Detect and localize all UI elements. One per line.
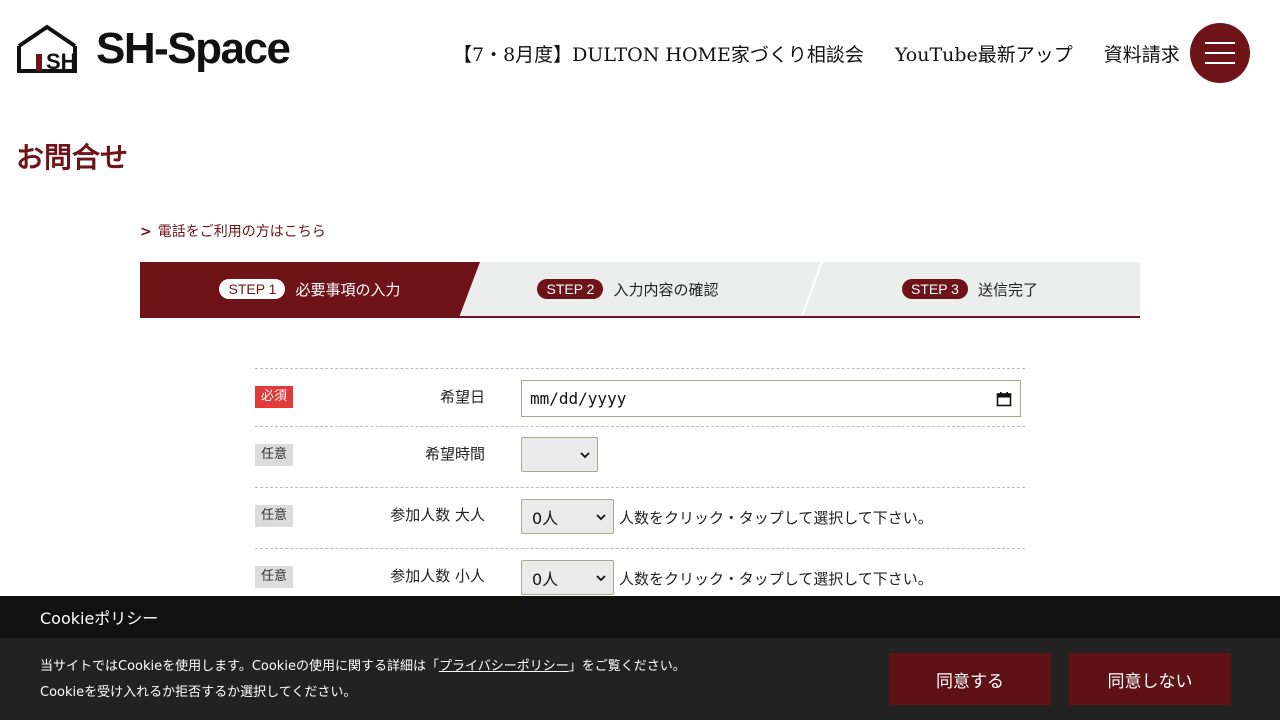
step-badge: STEP 2 xyxy=(537,279,604,299)
cookie-message-line-2: Cookieを受け入れるか拒否するか選択してください。 xyxy=(40,685,357,700)
hamburger-line xyxy=(1205,52,1235,54)
date-value: mm/dd/yyyy xyxy=(530,389,627,408)
nav-item-youtube[interactable]: YouTube最新アップ xyxy=(895,40,1073,67)
step-indicator: STEP 1 必要事項の入力 STEP 2 入力内容の確認 STEP 3 送信完… xyxy=(140,262,1140,318)
site-logo[interactable]: SH SH-Space xyxy=(16,24,291,74)
nav-item-consultation[interactable]: 【7・8月度】DULTON HOME家づくり相談会 xyxy=(453,40,864,67)
site-header: SH SH-Space 【7・8月度】DULTON HOME家づくり相談会 Yo… xyxy=(0,0,1280,105)
form-row-time: 任意 希望時間 xyxy=(255,426,1025,487)
cookie-message: 当サイトではCookieを使用します。Cookieの使用に関する詳細は「プライバ… xyxy=(40,654,686,706)
preferred-time-select[interactable] xyxy=(521,437,598,472)
step-label: 必要事項の入力 xyxy=(295,280,401,299)
step-label: 送信完了 xyxy=(977,280,1038,299)
select-value: 0人 xyxy=(532,569,559,589)
field-label: 参加人数 大人 xyxy=(390,506,485,524)
chevron-right-icon: > xyxy=(140,224,152,240)
hamburger-line xyxy=(1205,62,1235,64)
calendar-icon[interactable] xyxy=(996,391,1012,407)
page-title: お問合せ xyxy=(16,141,129,174)
adults-count-select[interactable]: 0人 xyxy=(521,499,614,534)
step-label: 入力内容の確認 xyxy=(613,280,719,299)
hamburger-icon xyxy=(1205,42,1235,44)
house-logo-icon: SH xyxy=(17,24,77,74)
chevron-down-icon xyxy=(580,452,590,459)
reservation-form: 必須 希望日 mm/dd/yyyy 任意 希望時間 任意 参加人数 大人 0人 … xyxy=(255,368,1025,609)
nav-item-brochure[interactable]: 資料請求 xyxy=(1104,40,1180,67)
optional-badge: 任意 xyxy=(255,566,294,588)
step-badge: STEP 1 xyxy=(219,279,286,299)
required-badge: 必須 xyxy=(255,386,294,408)
cookie-title: Cookieポリシー xyxy=(0,596,1280,638)
optional-badge: 任意 xyxy=(255,505,294,527)
children-count-select[interactable]: 0人 xyxy=(521,560,614,595)
hamburger-menu-button[interactable] xyxy=(1190,23,1250,83)
step-2: STEP 2 入力内容の確認 xyxy=(458,262,798,316)
cookie-text-post: 」をご覧ください。 xyxy=(568,659,686,674)
form-row-date: 必須 希望日 mm/dd/yyyy xyxy=(255,368,1025,426)
cookie-message-line-1: 当サイトではCookieを使用します。Cookieの使用に関する詳細は「プライバ… xyxy=(40,654,686,680)
chevron-down-icon xyxy=(596,514,606,521)
select-value: 0人 xyxy=(532,508,559,528)
field-label: 希望時間 xyxy=(424,445,485,463)
step-1: STEP 1 必要事項の入力 xyxy=(140,262,480,316)
svg-text:SH: SH xyxy=(46,49,77,74)
optional-badge: 任意 xyxy=(255,444,294,466)
tel-link-label: 電話をご利用の方はこちら xyxy=(157,224,326,240)
field-label: 希望日 xyxy=(439,388,485,406)
step-3: STEP 3 送信完了 xyxy=(800,262,1140,316)
logo-wordmark: SH-Space xyxy=(96,24,291,73)
step-badge: STEP 3 xyxy=(901,279,968,299)
privacy-policy-link[interactable]: プライバシーポリシー xyxy=(439,659,569,674)
tel-link[interactable]: > 電話をご利用の方はこちら xyxy=(140,221,326,241)
cookie-text-pre: 当サイトではCookieを使用します。Cookieの使用に関する詳細は「 xyxy=(40,659,439,674)
cookie-banner: Cookieポリシー 当サイトではCookieを使用します。Cookieの使用に… xyxy=(0,596,1280,720)
cookie-agree-button[interactable]: 同意する xyxy=(889,653,1051,705)
form-row-adults: 任意 参加人数 大人 0人 人数をクリック・タップして選択して下さい。 xyxy=(255,487,1025,548)
global-nav: 【7・8月度】DULTON HOME家づくり相談会 YouTube最新アップ 資… xyxy=(453,40,1180,67)
field-hint: 人数をクリック・タップして選択して下さい。 xyxy=(619,570,933,588)
preferred-date-input[interactable]: mm/dd/yyyy xyxy=(521,380,1021,417)
field-hint: 人数をクリック・タップして選択して下さい。 xyxy=(619,509,933,527)
field-label: 参加人数 小人 xyxy=(390,567,485,585)
chevron-down-icon xyxy=(596,575,606,582)
cookie-disagree-button[interactable]: 同意しない xyxy=(1069,653,1231,705)
